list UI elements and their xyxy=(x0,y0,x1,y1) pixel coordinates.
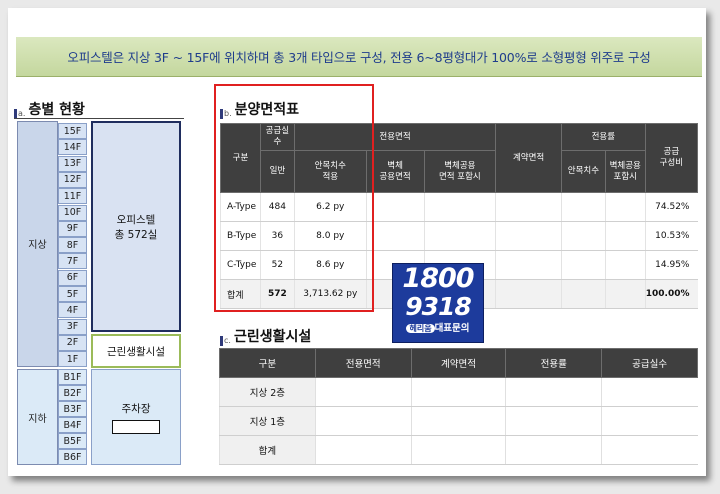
floor-cell: B2F xyxy=(58,385,87,401)
cell-ratio: 100.00% xyxy=(644,279,698,309)
table-row: 지상 1층 xyxy=(219,406,698,436)
cell-row-label: 지상 2층 xyxy=(219,377,316,407)
floor-cell: B5F xyxy=(58,433,87,449)
section-c-label: 근린생활시설 xyxy=(233,329,312,345)
parking-blank-box xyxy=(112,419,160,434)
th-retail-exclusive: 전용면적 xyxy=(314,348,412,378)
cell-empty xyxy=(314,435,412,465)
cell-empty xyxy=(423,221,496,251)
parking-block: 주차장 xyxy=(91,369,181,465)
floor-cell: B4F xyxy=(58,417,87,433)
th-retail-contract: 계약면적 xyxy=(410,348,507,378)
below-ground-label: 지하 xyxy=(28,414,47,425)
floor-cell: 4F xyxy=(58,302,87,319)
cell-empty xyxy=(410,406,506,436)
floor-cell: 13F xyxy=(58,155,87,172)
cell-empty xyxy=(495,250,562,280)
cell-empty xyxy=(505,406,602,436)
section-a-title: a. 층별 현황 xyxy=(14,99,85,119)
th-rate-real: 안목치수 xyxy=(560,150,606,193)
office-name: 오피스텔 xyxy=(116,213,156,226)
cell-empty xyxy=(410,435,506,465)
phone-line-1: 1800 xyxy=(402,263,474,294)
cell-empty xyxy=(601,435,698,465)
cell-empty xyxy=(314,406,412,436)
office-count: 총 572실 xyxy=(114,228,158,241)
floor-cell: 14F xyxy=(58,139,87,156)
cell-empty xyxy=(601,377,698,407)
section-c-title: c. 근린생활시설 xyxy=(220,326,311,346)
cell-empty xyxy=(410,377,506,407)
cell-empty xyxy=(495,221,562,251)
floor-cell: 2F xyxy=(58,334,87,351)
cell-empty xyxy=(560,279,606,309)
cell-empty xyxy=(560,192,606,222)
floor-cell: 12F xyxy=(58,171,87,188)
th-wall-common: 벽체 공용면적 xyxy=(365,150,425,193)
cell-empty xyxy=(604,250,646,280)
th-retail-supply: 공급실수 xyxy=(601,348,698,378)
cell-empty xyxy=(365,192,424,222)
parking-label: 주차장 xyxy=(121,402,151,415)
cell-empty xyxy=(505,377,602,407)
th-retail-type: 구분 xyxy=(219,348,316,378)
section-a-label: 층별 현황 xyxy=(28,102,85,118)
floor-cell: 10F xyxy=(58,204,87,221)
cell-empty xyxy=(604,279,646,309)
th-wall-included: 벽체공용 면적 포함시 xyxy=(423,150,497,193)
floor-cell: 9F xyxy=(58,220,87,237)
cell-empty xyxy=(604,221,646,251)
cell-empty xyxy=(560,250,606,280)
th-rate-wall: 벽체공용 포함시 xyxy=(604,150,646,193)
retail-floors-block: 근린생활시설 xyxy=(91,334,181,368)
floor-cell: B1F xyxy=(58,369,87,385)
phone-inquiry-badge[interactable]: 1800 9318 헤리움 대표문의 xyxy=(392,263,484,343)
cell-empty xyxy=(505,435,602,465)
cell-empty xyxy=(365,221,424,251)
cell-ratio: 10.53% xyxy=(644,221,698,251)
cell-empty xyxy=(604,192,646,222)
phone-line-2: 9318 xyxy=(405,292,472,321)
th-retail-rate: 전용률 xyxy=(505,348,603,378)
cell-ratio: 14.95% xyxy=(644,250,698,280)
floor-cell: 11F xyxy=(58,188,87,205)
cell-empty xyxy=(495,192,562,222)
cell-empty xyxy=(495,279,562,309)
floor-cell: 7F xyxy=(58,253,87,270)
phone-caption: 헤리움 대표문의 xyxy=(393,322,483,336)
cell-empty xyxy=(314,377,412,407)
cell-row-label: 지상 1층 xyxy=(219,406,316,436)
floor-cell: 15F xyxy=(58,123,87,139)
summary-banner: 오피스텔은 지상 3F ~ 15F에 위치하며 총 3개 타입으로 구성, 전용… xyxy=(16,37,702,77)
table-row: 지상 2층 xyxy=(219,377,698,407)
floor-cell: B3F xyxy=(58,401,87,417)
inquiry-label: 대표문의 xyxy=(434,323,470,334)
table-row: 합계 xyxy=(219,435,698,465)
th-exclusive-rate: 전용률 xyxy=(560,123,646,151)
th-supply-ratio: 공급 구성비 xyxy=(644,123,699,193)
th-contract-area: 계약면적 xyxy=(495,123,562,193)
cell-empty xyxy=(560,221,606,251)
floor-cell: B6F xyxy=(58,449,87,465)
floor-cell: 1F xyxy=(58,351,87,368)
cell-empty xyxy=(423,192,496,222)
retail-area-table: 구분 전용면적 계약면적 전용률 공급실수 지상 2층 지상 1층 합계 xyxy=(219,348,698,465)
office-floors-block: 오피스텔 총 572실 xyxy=(91,121,181,332)
floor-cell: 3F xyxy=(58,318,87,335)
brand-pill: 헤리움 xyxy=(406,324,435,333)
section-c-badge: c. xyxy=(220,336,231,346)
cell-empty xyxy=(601,406,698,436)
highlight-box xyxy=(214,84,374,312)
section-a-underline xyxy=(14,118,184,119)
cell-ratio: 74.52% xyxy=(644,192,698,222)
floor-cell: 8F xyxy=(58,237,87,254)
cell-row-label: 합계 xyxy=(219,435,316,465)
above-ground-label: 지상 xyxy=(28,240,47,251)
floor-cell: 6F xyxy=(58,269,87,286)
floor-cell: 5F xyxy=(58,286,87,302)
